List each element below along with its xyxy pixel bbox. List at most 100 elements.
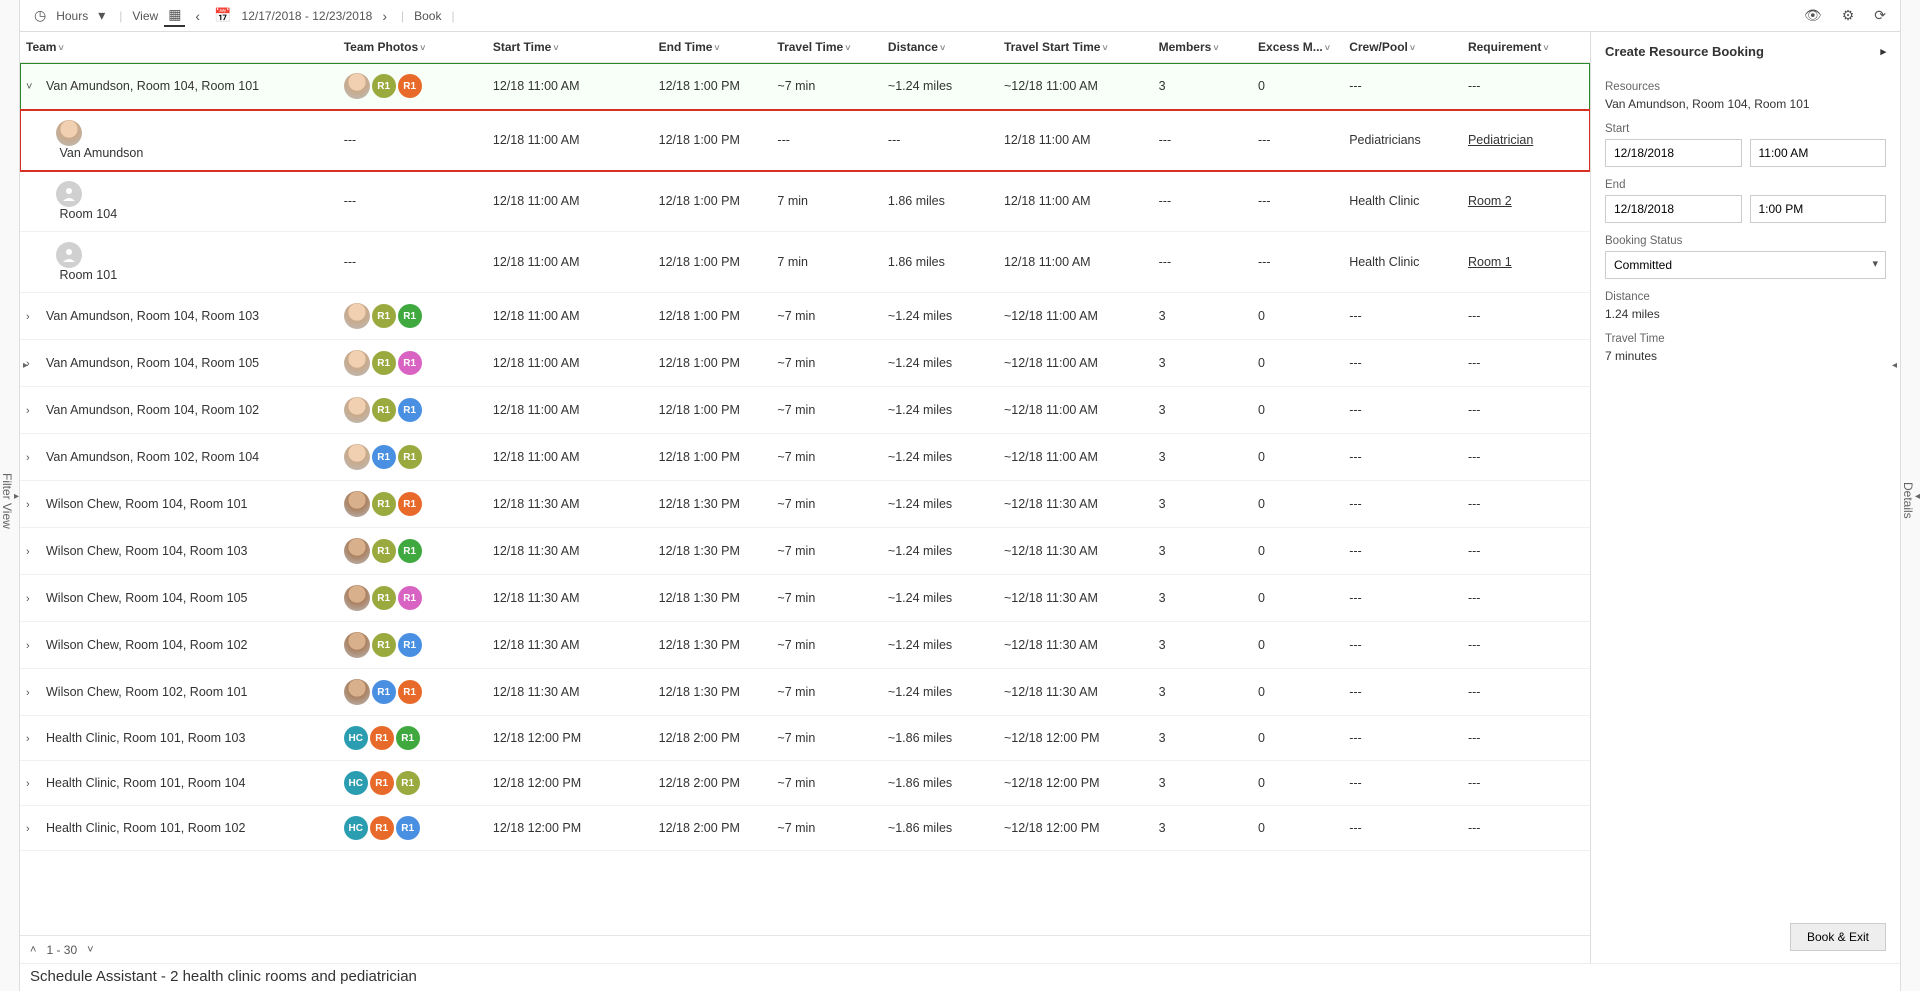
column-header[interactable]: Start Time˅ bbox=[487, 32, 653, 63]
end-date-input[interactable] bbox=[1605, 195, 1742, 223]
group-row[interactable]: ›Wilson Chew, Room 102, Room 101R1R112/1… bbox=[20, 669, 1590, 716]
tstart-cell: ~12/18 11:00 AM bbox=[998, 387, 1153, 434]
prev-icon[interactable]: ‹ bbox=[191, 6, 204, 26]
group-row[interactable]: ›Health Clinic, Room 101, Room 103HCR1R1… bbox=[20, 716, 1590, 761]
toolbar: ◷ Hours ▾ | View ▦ ‹ 📅 12/17/2018 - 12/2… bbox=[20, 0, 1900, 32]
column-header[interactable]: Crew/Pool˅ bbox=[1343, 32, 1462, 63]
crew-cell: --- bbox=[1343, 434, 1462, 481]
chevron-right-icon[interactable]: ▸ bbox=[1880, 45, 1886, 58]
requirement-cell[interactable]: Room 1 bbox=[1462, 232, 1590, 293]
requirement-link[interactable]: Pediatrician bbox=[1468, 133, 1533, 147]
group-row[interactable]: ˅Van Amundson, Room 104, Room 101R1R112/… bbox=[20, 63, 1590, 110]
travel-cell: ~7 min bbox=[771, 528, 882, 575]
excess-cell: 0 bbox=[1252, 434, 1343, 481]
tstart-cell: ~12/18 11:00 AM bbox=[998, 434, 1153, 481]
group-row[interactable]: ›Van Amundson, Room 104, Room 102R1R112/… bbox=[20, 387, 1590, 434]
column-header[interactable]: Travel Start Time˅ bbox=[998, 32, 1153, 63]
expand-icon[interactable]: › bbox=[26, 358, 40, 370]
status-select[interactable]: Committed bbox=[1605, 251, 1886, 279]
date-range[interactable]: 12/17/2018 - 12/23/2018 bbox=[242, 9, 373, 23]
child-row[interactable]: Room 104---12/18 11:00 AM12/18 1:00 PM7 … bbox=[20, 171, 1590, 232]
gear-icon[interactable]: ⚙ bbox=[1838, 5, 1859, 26]
expand-icon[interactable]: › bbox=[26, 499, 40, 511]
column-header[interactable]: Excess M...˅ bbox=[1252, 32, 1343, 63]
column-header[interactable]: Travel Time˅ bbox=[771, 32, 882, 63]
start-cell: 12/18 12:00 PM bbox=[487, 806, 653, 851]
person-avatar bbox=[344, 444, 370, 470]
column-header[interactable]: Requirement˅ bbox=[1462, 32, 1590, 63]
expand-icon[interactable]: › bbox=[26, 452, 40, 464]
details-panel: Create Resource Booking▸ Resources Van A… bbox=[1590, 32, 1900, 963]
group-row[interactable]: ›Health Clinic, Room 101, Room 102HCR1R1… bbox=[20, 806, 1590, 851]
group-row[interactable]: ›Wilson Chew, Room 104, Room 101R1R112/1… bbox=[20, 481, 1590, 528]
start-time-input[interactable] bbox=[1750, 139, 1887, 167]
start-cell: 12/18 11:00 AM bbox=[487, 63, 653, 110]
book-button[interactable]: Book bbox=[414, 9, 441, 23]
grid-view-icon[interactable]: ▦ bbox=[164, 4, 185, 27]
collapse-up-icon[interactable]: ˄ bbox=[30, 944, 36, 956]
resources-label: Resources bbox=[1605, 81, 1886, 93]
requirement-cell[interactable]: Pediatrician bbox=[1462, 110, 1590, 171]
dropdown-icon[interactable]: ▾ bbox=[94, 5, 109, 26]
members-cell: 3 bbox=[1153, 575, 1252, 622]
expand-icon[interactable]: › bbox=[26, 546, 40, 558]
dist-cell: ~1.86 miles bbox=[882, 716, 998, 761]
resource-badge: R1 bbox=[370, 771, 394, 795]
calendar-icon[interactable]: 📅 bbox=[210, 5, 235, 26]
team-name: Wilson Chew, Room 104, Room 103 bbox=[46, 544, 247, 558]
expand-icon[interactable]: › bbox=[26, 405, 40, 417]
expand-icon[interactable]: › bbox=[26, 687, 40, 699]
eye-icon[interactable]: 👁 bbox=[1800, 5, 1826, 26]
expand-icon[interactable]: › bbox=[26, 593, 40, 605]
dist-cell: ~1.24 miles bbox=[882, 481, 998, 528]
group-row[interactable]: ›Van Amundson, Room 102, Room 104R1R112/… bbox=[20, 434, 1590, 481]
expand-down-icon[interactable]: ˅ bbox=[87, 944, 93, 956]
expand-icon[interactable]: › bbox=[26, 823, 40, 835]
requirement-cell: --- bbox=[1462, 293, 1590, 340]
expand-icon[interactable]: › bbox=[26, 778, 40, 790]
expand-icon[interactable]: ˅ bbox=[26, 81, 40, 93]
crew-cell: --- bbox=[1343, 716, 1462, 761]
column-header[interactable]: End Time˅ bbox=[653, 32, 772, 63]
members-cell: 3 bbox=[1153, 528, 1252, 575]
refresh-icon[interactable]: ⟳ bbox=[1870, 5, 1890, 26]
requirement-link[interactable]: Room 2 bbox=[1468, 194, 1512, 208]
group-row[interactable]: ›Health Clinic, Room 101, Room 104HCR1R1… bbox=[20, 761, 1590, 806]
requirement-cell: --- bbox=[1462, 481, 1590, 528]
expand-icon[interactable]: › bbox=[26, 311, 40, 323]
start-date-input[interactable] bbox=[1605, 139, 1742, 167]
group-row[interactable]: ›Wilson Chew, Room 104, Room 102R1R112/1… bbox=[20, 622, 1590, 669]
column-header[interactable]: Team˅ bbox=[20, 32, 338, 63]
travel-cell: ~7 min bbox=[771, 622, 882, 669]
column-header[interactable]: Distance˅ bbox=[882, 32, 998, 63]
group-row[interactable]: ›Wilson Chew, Room 104, Room 103R1R112/1… bbox=[20, 528, 1590, 575]
requirement-link[interactable]: Room 1 bbox=[1468, 255, 1512, 269]
end-cell: 12/18 1:00 PM bbox=[653, 293, 772, 340]
tstart-cell: ~12/18 11:30 AM bbox=[998, 622, 1153, 669]
expand-icon[interactable]: › bbox=[26, 640, 40, 652]
book-exit-button[interactable]: Book & Exit bbox=[1790, 923, 1886, 951]
time-unit-dropdown[interactable]: Hours bbox=[56, 9, 88, 23]
travel-cell: ~7 min bbox=[771, 434, 882, 481]
collapse-right-icon[interactable]: ◂ bbox=[1892, 360, 1897, 371]
column-header[interactable]: Members˅ bbox=[1153, 32, 1252, 63]
child-row[interactable]: Van Amundson---12/18 11:00 AM12/18 1:00 … bbox=[20, 110, 1590, 171]
group-row[interactable]: ›Van Amundson, Room 104, Room 105R1R112/… bbox=[20, 340, 1590, 387]
group-row[interactable]: ›Wilson Chew, Room 104, Room 105R1R112/1… bbox=[20, 575, 1590, 622]
child-row[interactable]: Room 101---12/18 11:00 AM12/18 1:00 PM7 … bbox=[20, 232, 1590, 293]
team-photos-cell: R1R1 bbox=[338, 528, 487, 575]
details-tab[interactable]: ◂ Details bbox=[1900, 0, 1920, 991]
results-grid[interactable]: Team˅Team Photos˅Start Time˅End Time˅Tra… bbox=[20, 32, 1590, 935]
filter-view-tab[interactable]: ▸ Filter View bbox=[0, 0, 20, 991]
dist-cell: --- bbox=[882, 110, 998, 171]
team-name: Van Amundson bbox=[59, 146, 143, 160]
column-header[interactable]: Team Photos˅ bbox=[338, 32, 487, 63]
group-row[interactable]: ›Van Amundson, Room 104, Room 103R1R112/… bbox=[20, 293, 1590, 340]
start-cell: 12/18 11:30 AM bbox=[487, 481, 653, 528]
requirement-cell[interactable]: Room 2 bbox=[1462, 171, 1590, 232]
expand-icon[interactable]: › bbox=[26, 733, 40, 745]
next-icon[interactable]: › bbox=[378, 6, 391, 26]
end-time-input[interactable] bbox=[1750, 195, 1887, 223]
start-cell: 12/18 11:00 AM bbox=[487, 387, 653, 434]
team-photos-cell: R1R1 bbox=[338, 387, 487, 434]
